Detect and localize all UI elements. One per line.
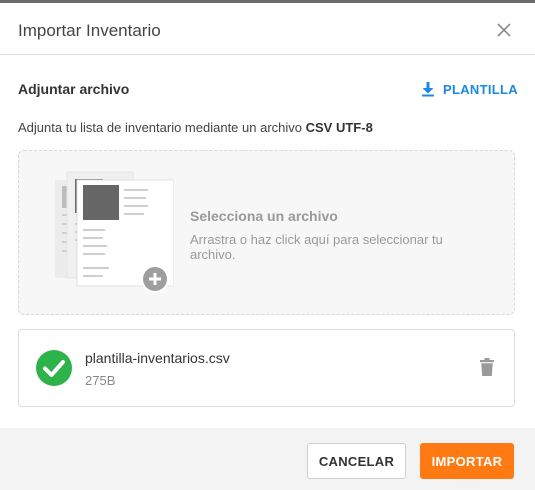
import-button[interactable]: IMPORTAR	[420, 443, 514, 479]
download-icon	[422, 82, 434, 97]
delete-file-button[interactable]	[480, 358, 494, 381]
documents-add-icon	[55, 171, 174, 293]
dropzone-title: Selecciona un archivo	[190, 208, 338, 224]
file-dropzone[interactable]: Selecciona un archivo Arrastra o haz cli…	[18, 150, 515, 315]
template-label: PLANTILLA	[443, 81, 518, 97]
file-name: plantilla-inventarios.csv	[85, 350, 230, 366]
file-size: 275B	[85, 373, 116, 388]
check-circle-icon	[36, 350, 72, 386]
template-download-link[interactable]: PLANTILLA	[421, 79, 518, 99]
cancel-button[interactable]: CANCELAR	[307, 443, 406, 479]
section-title: Adjuntar archivo	[18, 81, 130, 97]
dropzone-subtitle: Arrastra o haz click aquí para seleccion…	[190, 232, 443, 262]
file-format: CSV UTF-8	[305, 120, 373, 135]
description-text: Adjunta tu lista de inventario mediante …	[18, 120, 306, 135]
import-dialog: Importar Inventario Adjuntar archivo PLA…	[0, 0, 535, 490]
close-button[interactable]	[494, 20, 514, 40]
dialog-header: Importar Inventario	[0, 6, 535, 55]
dialog-title: Importar Inventario	[18, 21, 161, 40]
dialog-footer: CANCELAR IMPORTAR	[0, 428, 535, 490]
close-icon	[497, 23, 511, 37]
attach-description: Adjunta tu lista de inventario mediante …	[18, 120, 373, 135]
uploaded-file-card: plantilla-inventarios.csv 275B	[18, 329, 515, 407]
trash-icon	[480, 358, 494, 376]
